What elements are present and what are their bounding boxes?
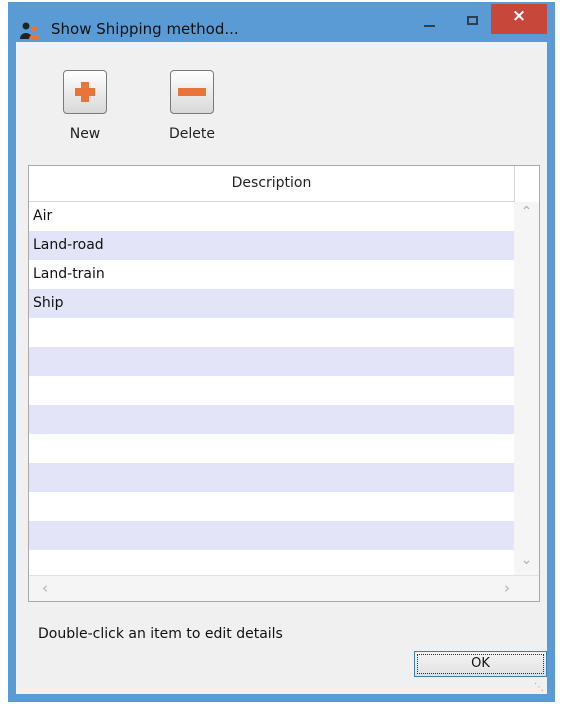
table-row[interactable]: Land-road — [29, 231, 514, 260]
table-row[interactable] — [29, 318, 514, 347]
close-icon: × — [511, 6, 527, 26]
minus-icon — [170, 70, 214, 114]
window-title: Show Shipping method... — [51, 20, 239, 38]
edit-hint-text: Double-click an item to edit details — [38, 626, 283, 642]
table-row[interactable] — [29, 463, 514, 492]
dialog-content: New Delete Description Air Land-road Lan… — [16, 42, 547, 694]
dialog-window: Show Shipping method... × New Delete Des… — [8, 2, 555, 702]
title-bar[interactable]: Show Shipping method... × — [8, 2, 555, 42]
table-row[interactable] — [29, 434, 514, 463]
app-people-icon — [20, 22, 40, 39]
column-header-label: Description — [231, 175, 312, 191]
delete-button-label: Delete — [169, 126, 215, 142]
scroll-left-icon[interactable]: ‹ — [35, 579, 55, 599]
table-row[interactable]: Ship — [29, 289, 514, 318]
table-row[interactable] — [29, 492, 514, 521]
table-row[interactable] — [29, 376, 514, 405]
new-button-label: New — [69, 126, 101, 142]
table-row[interactable] — [29, 521, 514, 550]
table-row[interactable]: Land-train — [29, 260, 514, 289]
scroll-right-icon[interactable]: › — [497, 579, 517, 599]
table-row[interactable] — [29, 405, 514, 434]
scroll-down-icon[interactable]: ⌄ — [514, 552, 539, 572]
table-row[interactable]: Air — [29, 202, 514, 231]
column-header-description[interactable]: Description — [29, 166, 514, 202]
maximize-icon — [467, 16, 478, 25]
shipping-methods-table[interactable]: Description Air Land-road Land-train Shi… — [28, 165, 540, 602]
plus-icon — [63, 70, 107, 114]
resize-grip-icon[interactable]: ⋱ — [534, 683, 544, 693]
scroll-up-icon[interactable]: ⌃ — [514, 204, 539, 224]
ok-button[interactable]: OK — [414, 651, 547, 677]
close-button[interactable]: × — [491, 4, 547, 34]
vertical-scrollbar[interactable]: ⌃ ⌄ — [514, 202, 539, 575]
maximize-button[interactable] — [454, 8, 494, 34]
minimize-button[interactable] — [410, 8, 450, 34]
header-corner — [514, 166, 539, 202]
new-button[interactable]: New — [50, 70, 120, 152]
table-row[interactable] — [29, 347, 514, 376]
table-rows: Air Land-road Land-train Ship — [29, 202, 514, 550]
delete-button[interactable]: Delete — [157, 70, 227, 152]
horizontal-scrollbar[interactable]: ‹ › — [29, 575, 539, 601]
ok-button-label: OK — [471, 656, 490, 671]
minimize-icon — [424, 25, 435, 27]
